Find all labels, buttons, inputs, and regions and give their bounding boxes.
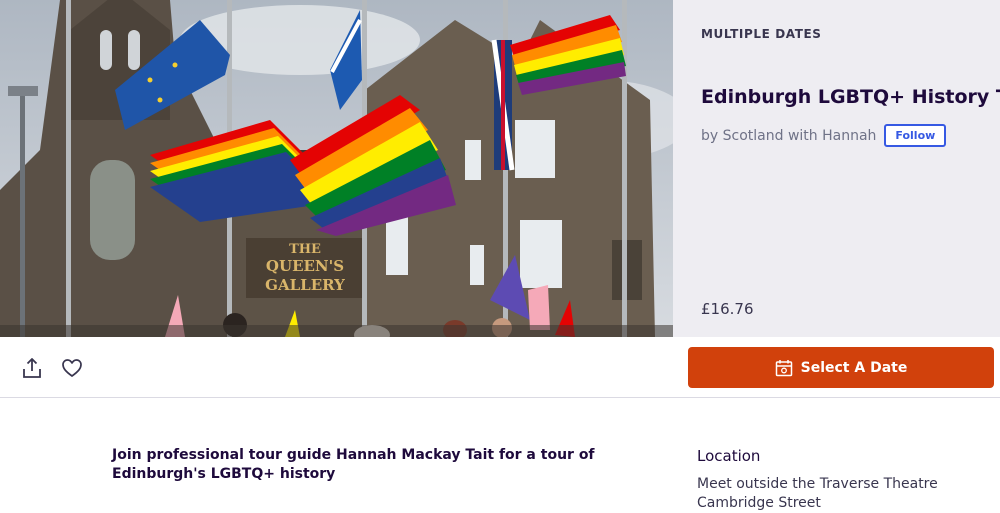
share-button[interactable] <box>19 355 45 381</box>
calendar-icon <box>775 359 792 376</box>
like-button[interactable] <box>59 355 85 381</box>
location-heading: Location <box>697 447 761 465</box>
select-date-button[interactable]: Select A Date <box>688 347 994 388</box>
event-price: £16.76 <box>701 300 754 318</box>
follow-button[interactable]: Follow <box>884 124 947 147</box>
sign-line-1: THE <box>289 242 321 257</box>
sign-line-2: QUEEN'S <box>266 257 344 275</box>
select-date-label: Select A Date <box>800 359 908 376</box>
sign-line-3: GALLERY <box>265 276 345 294</box>
event-photo-illustration: THE QUEEN'S GALLERY <box>0 0 673 337</box>
date-label: MULTIPLE DATES <box>701 27 822 41</box>
event-title: Edinburgh LGBTQ+ History Tour <box>701 86 1000 108</box>
event-info-panel: MULTIPLE DATES Edinburgh LGBTQ+ History … <box>673 0 1000 337</box>
event-image: THE QUEEN'S GALLERY <box>0 0 673 337</box>
location-line-2: Cambridge Street <box>697 495 821 511</box>
location-line-1: Meet outside the Traverse Theatre <box>697 476 938 492</box>
share-icon <box>23 358 41 378</box>
organizer-row: by Scotland with Hannah Follow <box>701 124 947 147</box>
heart-icon <box>62 359 82 377</box>
organizer-name[interactable]: by Scotland with Hannah <box>701 128 876 144</box>
event-hero: THE QUEEN'S GALLERY MULTIPLE DATES Edinb… <box>0 0 1000 337</box>
event-summary: Join professional tour guide Hannah Mack… <box>112 447 595 482</box>
action-bar: Select A Date <box>0 337 1000 398</box>
